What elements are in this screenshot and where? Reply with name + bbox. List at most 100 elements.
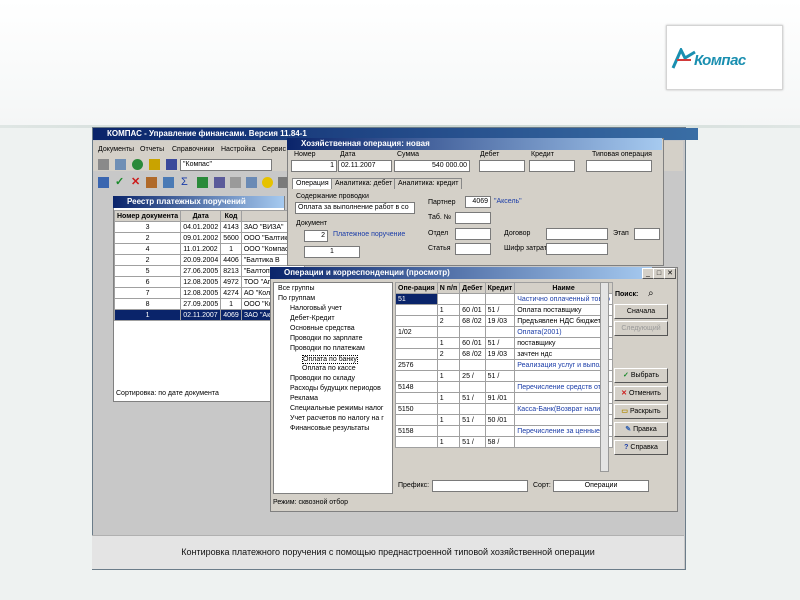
tree-item[interactable]: Налоговый учет — [290, 305, 342, 312]
prefix-input[interactable] — [432, 480, 528, 492]
open-button[interactable]: ▭ Раскрыть — [614, 404, 668, 419]
col-date[interactable]: Дата — [180, 210, 222, 222]
partner-code-input[interactable]: 4069 — [465, 196, 491, 208]
organization-field[interactable]: "Компас" — [180, 159, 272, 171]
tree-item[interactable]: Оплата по кассе — [302, 365, 356, 372]
tree-item[interactable]: Оплата по банку — [302, 355, 358, 364]
tree-item[interactable]: Основные средства — [290, 325, 355, 332]
soderzhanie-input[interactable]: Оплата за выполнение работ в со — [295, 202, 415, 214]
operation-cell — [436, 381, 461, 393]
menu-reports[interactable]: Отчеты — [140, 146, 164, 153]
tree-item[interactable]: Проводки по складу — [290, 375, 355, 382]
operation-row[interactable]: 1/02 Оплата(2001) — [395, 326, 613, 338]
tree-item[interactable]: Реклама — [290, 395, 318, 402]
check-icon[interactable]: ✓ — [115, 177, 126, 188]
operation-row[interactable]: 1 51 /58 / — [395, 436, 613, 448]
cancel-button[interactable]: ✕ Отменить — [614, 386, 668, 401]
doc-number-input[interactable]: 2 — [304, 230, 328, 242]
tree-item[interactable]: По группам — [278, 295, 315, 302]
link-icon[interactable] — [246, 177, 257, 188]
globe-icon[interactable] — [132, 159, 143, 170]
dogovor-input[interactable] — [546, 228, 608, 240]
operation-row[interactable]: 1 60 /01 51 /поставщику — [395, 337, 613, 349]
doc-icon[interactable] — [115, 159, 126, 170]
shifr-input[interactable] — [546, 243, 608, 255]
filter-icon[interactable] — [197, 177, 208, 188]
sum-icon[interactable]: Σ — [181, 177, 192, 188]
print-icon[interactable] — [230, 177, 241, 188]
tree-item[interactable]: Учет расчетов по налогу на г — [290, 415, 384, 422]
col-debet[interactable]: Дебет — [459, 282, 486, 294]
tab-number-input[interactable] — [455, 212, 491, 224]
doc-type-link[interactable]: Платежное поручение — [333, 231, 405, 238]
tree-item[interactable]: Специальные режимы налог — [290, 405, 383, 412]
copy-icon[interactable] — [163, 177, 174, 188]
tree-item[interactable]: Расходы будущих периодов — [290, 385, 381, 392]
menu-documents[interactable]: Документы — [98, 146, 134, 153]
tree-icon[interactable] — [166, 159, 177, 170]
tab-analytics-kredit[interactable]: Аналитика: кредит — [394, 178, 463, 189]
nomer-input[interactable]: 1 — [291, 160, 337, 172]
tree-item[interactable]: Дебет-Кредит — [290, 315, 335, 322]
col-kredit[interactable]: Кредит — [484, 282, 516, 294]
close-button[interactable]: ✕ — [664, 268, 676, 279]
tree-item[interactable]: Все группы — [278, 285, 315, 292]
etap-input[interactable] — [634, 228, 660, 240]
tip-operation-input[interactable] — [586, 160, 652, 172]
operation-row[interactable]: 2 68 /02 19 /03 Предъявлен НДС бюджету — [395, 315, 613, 327]
export-icon[interactable] — [146, 177, 157, 188]
sort-icon[interactable] — [214, 177, 225, 188]
bulb-icon[interactable] — [262, 177, 273, 188]
tab-analytics-debet[interactable]: Аналитика: дебет — [331, 178, 397, 189]
operation-row[interactable]: 1 51 /91 /01 — [395, 392, 613, 404]
select-button[interactable]: ✓ Выбрать — [614, 368, 668, 383]
delete-icon[interactable]: ✕ — [131, 177, 142, 188]
operation-row[interactable]: 5158 Перечисление за ценные бу — [395, 425, 613, 437]
operation-row[interactable]: 1 25 /51 / — [395, 370, 613, 382]
operation-row[interactable]: 5150 Касса-Банк(Возврат наличн — [395, 403, 613, 415]
operation-row[interactable]: 51 Частично оплаченный товар — [395, 293, 613, 305]
next-button[interactable]: Следующий — [614, 321, 668, 336]
operation-row[interactable]: 1 51 /50 /01 — [395, 414, 613, 426]
registry-cell: 09.01.2002 — [180, 232, 222, 244]
operation-cell — [484, 359, 516, 371]
col-operation[interactable]: Опе-рация — [395, 282, 438, 294]
partner-name[interactable]: "Аксель" — [494, 198, 522, 205]
operation-row[interactable]: 2 68 /02 19 /03 зачтен ндс — [395, 348, 613, 360]
grid-icon[interactable] — [98, 177, 109, 188]
binoculars-icon[interactable]: ⌕ — [648, 288, 654, 299]
tree-item[interactable]: Проводки по платежам — [290, 345, 365, 352]
tab-operation[interactable]: Операция — [292, 178, 333, 189]
registry-row[interactable]: 4 11.01.2002 1 ООО "Компас" — [113, 243, 305, 255]
menu-settings[interactable]: Настройка — [221, 146, 255, 153]
calc-icon[interactable] — [98, 159, 109, 170]
first-button[interactable]: Сначала — [614, 304, 668, 319]
edit-button[interactable]: ✎ Правка — [614, 422, 668, 437]
registry-cell: 4069 — [220, 309, 242, 321]
user-icon[interactable] — [149, 159, 160, 170]
menu-service[interactable]: Сервис — [262, 146, 286, 153]
operation-row[interactable]: 2576 Реализация услуг и выполн. — [395, 359, 613, 371]
col-doc-number[interactable]: Номер документа — [113, 210, 182, 222]
operation-row[interactable]: 5148 Перечисление средств от п — [395, 381, 613, 393]
doc-n2-input[interactable]: 1 — [304, 246, 360, 258]
operation-row[interactable]: 1 60 /01 51 /Оплата поставщику — [395, 304, 613, 316]
col-code[interactable]: Код — [220, 210, 242, 222]
otdel-input[interactable] — [455, 228, 491, 240]
tree-item[interactable]: Финансовые результаты — [290, 425, 369, 432]
sort-select[interactable]: Операции — [553, 480, 649, 492]
operations-scrollbar[interactable] — [600, 282, 609, 472]
menu-references[interactable]: Справочники — [172, 146, 214, 153]
col-name[interactable]: Наиме — [514, 282, 613, 294]
registry-row[interactable]: 2 09.01.2002 5600 ООО "Балтика Ро — [113, 232, 305, 244]
date-input[interactable]: 02.11.2007 — [338, 160, 392, 172]
help-button[interactable]: ? Справка — [614, 440, 668, 455]
registry-row[interactable]: 2 20.09.2004 4406 "Балтика В — [113, 254, 305, 266]
statya-input[interactable] — [455, 243, 491, 255]
col-np[interactable]: N п/п — [436, 282, 461, 294]
kredit-input[interactable] — [529, 160, 575, 172]
summa-input[interactable]: 540 000.00 — [394, 160, 470, 172]
tree-item[interactable]: Проводки по зарплате — [290, 335, 362, 342]
debet-input[interactable] — [479, 160, 525, 172]
registry-row[interactable]: 3 04.01.2002 4143 ЗАО "ВИЗА" — [113, 221, 305, 233]
